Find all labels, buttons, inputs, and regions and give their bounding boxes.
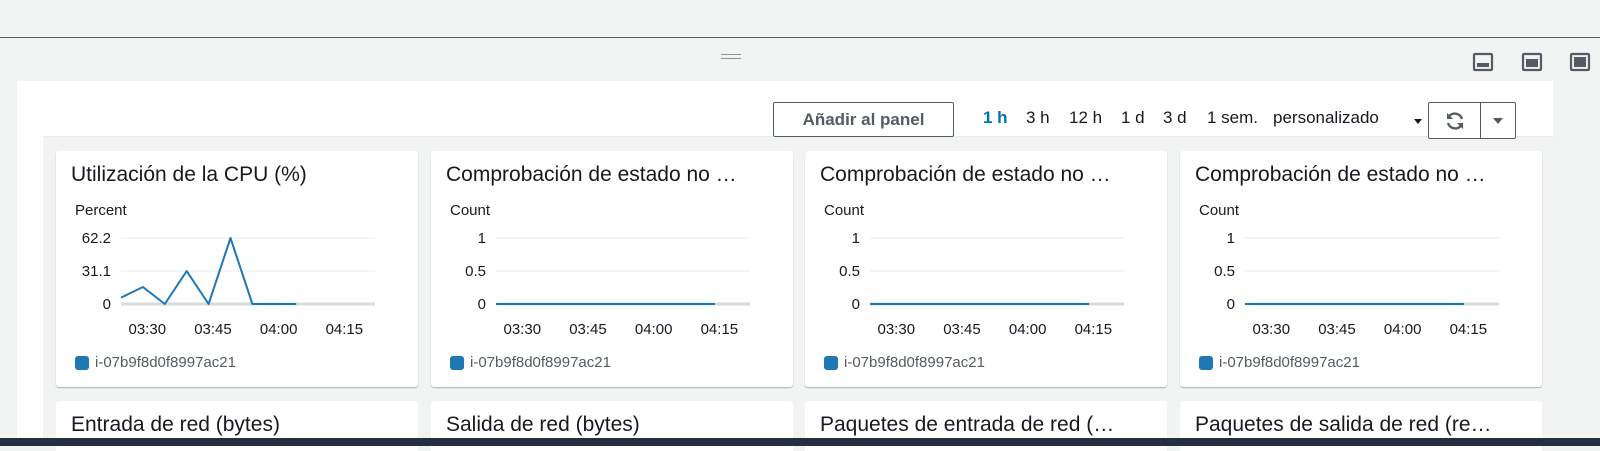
card-title: Comprobación de estado no … [820,163,1111,186]
x-tick-label: 04:15 [1450,321,1488,338]
refresh-icon [1446,111,1463,130]
metric-card-cpu: Utilización de la CPU (%) Percent 0 31.1 6… [56,151,418,387]
metric-card-status-check-3: Comprobación de estado no … Count 0 0.5 1 0… [1180,151,1542,387]
card-title: Comprobación de estado no … [1195,163,1486,186]
legend-label: i-07b9f8d0f8997ac21 [1219,354,1360,371]
line-chart: 0 0.5 1 03:30 03:45 04:00 04:15 [1214,230,1499,338]
x-tick-label: 04:00 [260,321,298,338]
dock-bottom-icon[interactable] [1472,52,1494,72]
card-title: Paquetes de entrada de red (… [820,413,1115,436]
caret-down-icon [1493,117,1503,124]
range-1w[interactable]: 1 sem. [1207,108,1258,128]
legend-swatch [1199,355,1213,370]
card-title: Comprobación de estado no … [446,163,737,186]
legend-item: i-07b9f8d0f8997ac21 [75,354,236,371]
x-tick-label: 04:00 [1009,321,1047,338]
legend-swatch [450,355,464,370]
y-tick-label: 0.5 [1214,263,1235,280]
x-tick-label: 04:15 [701,321,739,338]
legend-swatch [824,355,838,370]
range-3h[interactable]: 3 h [1026,108,1050,128]
refresh-button-group [1428,102,1516,139]
card-title: Entrada de red (bytes) [71,413,280,436]
legend-item: i-07b9f8d0f8997ac21 [824,354,985,371]
x-tick-label: 04:15 [326,321,364,338]
y-tick-label: 0.5 [465,263,486,280]
y-axis-unit: Count [824,202,865,219]
y-tick-label: 0.5 [839,263,860,280]
range-12h[interactable]: 12 h [1069,108,1102,128]
y-tick-label: 0 [1227,296,1235,313]
dock-middle-icon[interactable] [1521,52,1543,72]
x-tick-label: 03:45 [194,321,232,338]
bottom-bar [0,438,1600,446]
line-chart: 0 0.5 1 03:30 03:45 04:00 04:15 [839,230,1124,338]
card-title: Utilización de la CPU (%) [71,163,307,186]
legend-item: i-07b9f8d0f8997ac21 [450,354,611,371]
legend-label: i-07b9f8d0f8997ac21 [470,354,611,371]
resize-handle[interactable] [721,54,741,62]
y-tick-label: 1 [852,230,860,247]
caret-down-icon[interactable] [1414,119,1422,124]
range-1h[interactable]: 1 h [983,108,1008,128]
y-tick-label: 31.1 [82,263,111,280]
add-to-dashboard-button[interactable]: Añadir al panel [773,102,954,137]
line-chart: 0 0.5 1 03:30 03:45 04:00 04:15 [465,230,750,338]
y-tick-label: 1 [478,230,486,247]
x-tick-label: 03:30 [878,321,916,338]
x-tick-label: 03:30 [504,321,542,338]
x-tick-label: 04:00 [635,321,673,338]
legend-item: i-07b9f8d0f8997ac21 [1199,354,1360,371]
legend-label: i-07b9f8d0f8997ac21 [844,354,985,371]
y-tick-label: 0 [852,296,860,313]
top-strip [0,0,1600,38]
y-axis-unit: Count [450,202,491,219]
card-title: Salida de red (bytes) [446,413,640,436]
x-tick-label: 03:45 [1318,321,1356,338]
y-axis-unit: Percent [75,202,127,219]
line-chart: 0 31.1 62.2 03:30 03:45 04:00 04:15 [82,230,375,338]
metric-card-status-check-1: Comprobación de estado no … Count 0 0.5 1 0… [431,151,793,387]
y-tick-label: 0 [103,296,111,313]
x-tick-label: 03:45 [943,321,981,338]
x-tick-label: 04:15 [1075,321,1113,338]
refresh-button[interactable] [1428,102,1481,139]
y-tick-label: 1 [1227,230,1235,247]
card-title: Paquetes de salida de red (re… [1195,413,1492,436]
x-tick-label: 03:30 [129,321,167,338]
legend-label: i-07b9f8d0f8997ac21 [95,354,236,371]
refresh-options-button[interactable] [1481,102,1516,139]
x-tick-label: 04:00 [1384,321,1422,338]
y-tick-label: 62.2 [82,230,111,247]
x-tick-label: 03:30 [1253,321,1291,338]
y-axis-unit: Count [1199,202,1240,219]
range-custom[interactable]: personalizado [1273,108,1379,128]
range-1d[interactable]: 1 d [1121,108,1145,128]
legend-swatch [75,355,89,370]
maximize-icon[interactable] [1569,52,1591,72]
x-tick-label: 03:45 [569,321,607,338]
metric-card-status-check-2: Comprobación de estado no … Count 0 0.5 1 0… [805,151,1167,387]
y-tick-label: 0 [478,296,486,313]
range-3d[interactable]: 3 d [1163,108,1187,128]
